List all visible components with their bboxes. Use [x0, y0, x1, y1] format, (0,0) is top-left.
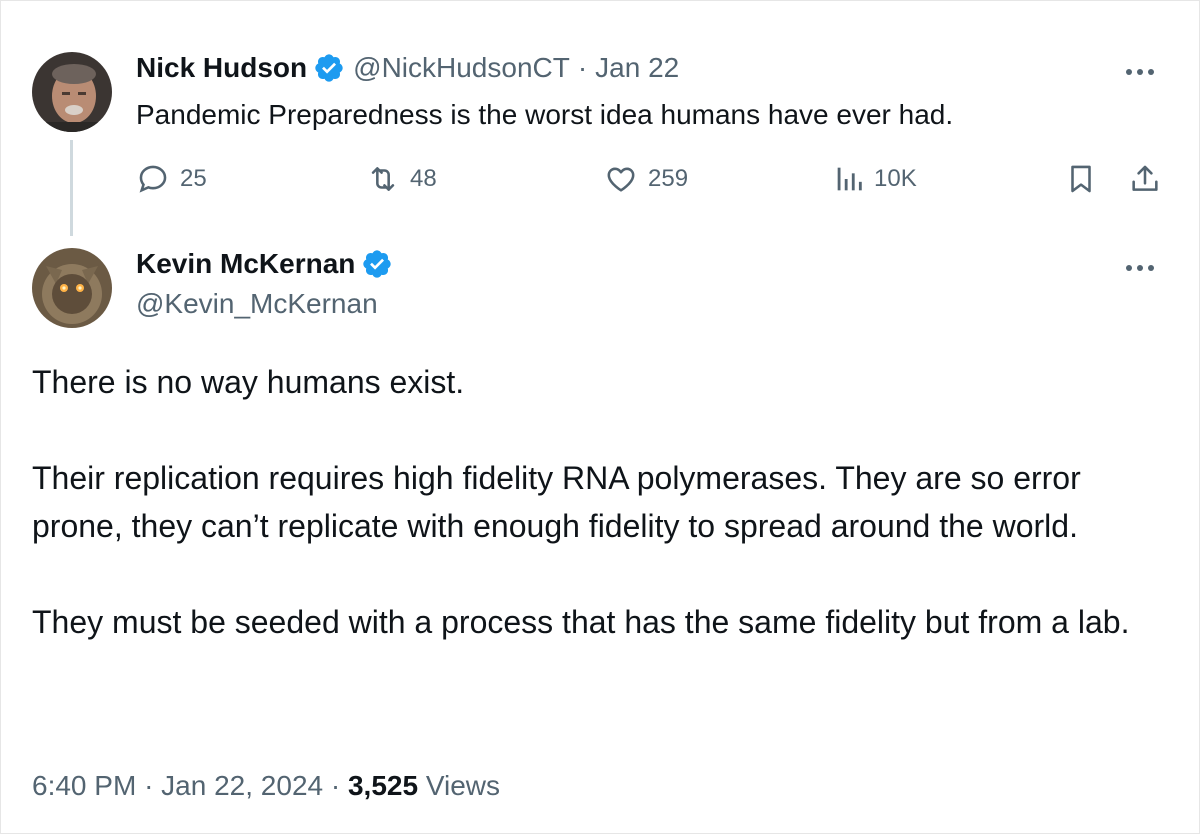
views-button[interactable]: 10K	[834, 162, 917, 196]
verified-badge-icon[interactable]	[313, 52, 345, 84]
repost-icon	[371, 167, 395, 191]
main-header: Kevin McKernan	[136, 248, 401, 280]
like-count: 259	[648, 165, 689, 192]
views-label: Views	[425, 770, 501, 801]
repost-count: 48	[410, 165, 437, 192]
tweet-full-date[interactable]: Jan 22, 2024	[161, 770, 323, 801]
reply-icon	[139, 165, 167, 193]
more-options-icon[interactable]	[1120, 260, 1160, 276]
reply-count: 25	[180, 165, 207, 192]
view-count: 10K	[874, 165, 917, 192]
avatar-photo-icon	[32, 248, 112, 328]
heart-icon	[607, 167, 635, 192]
like-button[interactable]: 259	[604, 162, 688, 196]
main-avatar[interactable]	[32, 248, 112, 328]
verified-badge-icon[interactable]	[361, 248, 393, 280]
analytics-icon	[837, 167, 862, 191]
tweet-time[interactable]: 6:40 PM	[32, 770, 136, 801]
separator-dot: ·	[330, 770, 341, 801]
parent-tweet-text: Pandemic Preparedness is the worst idea …	[136, 99, 954, 130]
bookmark-icon	[1071, 165, 1091, 193]
reply-button[interactable]: 25	[136, 162, 207, 196]
author-handle[interactable]: @NickHudsonCT	[353, 52, 570, 84]
tweet-paragraph: Their replication requires high fidelity…	[32, 460, 1081, 544]
separator-dot: ·	[144, 770, 154, 801]
author-handle[interactable]: @Kevin_McKernan	[136, 288, 378, 320]
parent-header: Nick Hudson @NickHudsonCT · Jan 22	[136, 52, 679, 84]
tweet-paragraph: They must be seeded with a process that …	[32, 604, 1130, 640]
author-name[interactable]: Nick Hudson	[136, 52, 307, 84]
more-options-icon[interactable]	[1120, 64, 1160, 80]
main-tweet-text: There is no way humans exist. Their repl…	[32, 358, 1172, 646]
share-icon	[1132, 165, 1158, 191]
share-button[interactable]	[1128, 162, 1162, 196]
separator-dot: ·	[577, 52, 588, 83]
parent-avatar[interactable]	[32, 52, 112, 132]
author-name[interactable]: Kevin McKernan	[136, 248, 355, 280]
thread-connector	[70, 140, 73, 236]
bookmark-button[interactable]	[1064, 162, 1098, 196]
avatar-photo-icon	[32, 52, 112, 132]
tweet-date[interactable]: Jan 22	[595, 52, 679, 84]
repost-button[interactable]: 48	[366, 162, 437, 196]
parent-action-bar: 25 48 259 10K	[136, 162, 1166, 202]
tweet-metadata: 6:40 PM · Jan 22, 2024 · 3,525 Views	[32, 770, 500, 802]
tweet-paragraph: There is no way humans exist.	[32, 364, 465, 400]
views-count: 3,525	[347, 770, 419, 801]
